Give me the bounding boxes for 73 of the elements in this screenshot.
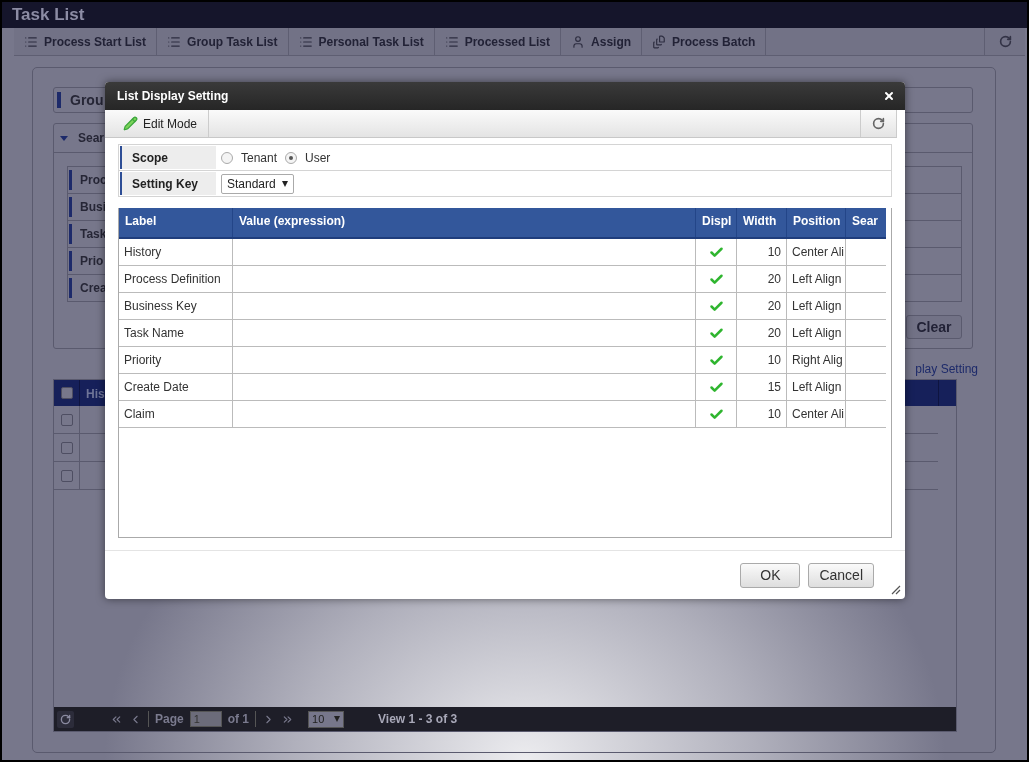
radio-button[interactable]: [285, 151, 298, 164]
table-cell: 10: [736, 239, 786, 265]
toolbar-tab[interactable]: Process Start List: [14, 28, 158, 55]
table-cell-text: Priority: [123, 352, 163, 369]
column-header: Displ: [695, 208, 736, 237]
table-cell: 20: [736, 266, 786, 292]
list-icon: [24, 34, 38, 49]
clear-button[interactable]: Clear: [906, 315, 962, 339]
table-cell: 20: [736, 293, 786, 319]
table-cell-text: History: [123, 244, 163, 261]
column-header: Position: [786, 208, 845, 237]
dialog-button[interactable]: Cancel: [808, 562, 874, 588]
table-cell-text: Claim: [123, 406, 156, 423]
radio-button[interactable]: [221, 151, 233, 164]
list-icon: [444, 34, 459, 49]
table-cell: Center Ali: [786, 239, 845, 265]
setting-key-select[interactable]: Standard: [221, 173, 294, 194]
table-cell: Left Align: [786, 320, 845, 346]
close-icon[interactable]: [883, 90, 895, 102]
page-count: of 1: [227, 712, 250, 726]
checkbox[interactable]: [60, 441, 73, 454]
toolbar-tab[interactable]: Assign: [561, 28, 643, 55]
field-label: Scope: [120, 146, 216, 169]
table-cell: 20: [736, 320, 786, 346]
list-icon: [167, 34, 182, 49]
table-cell: Left Align: [786, 293, 845, 319]
app-title: Task List: [12, 5, 85, 25]
refresh-icon: [872, 117, 885, 130]
display-setting-link[interactable]: play Setting: [915, 362, 978, 376]
panel-title: Sear: [78, 131, 105, 145]
dialog-button[interactable]: OK: [740, 562, 801, 588]
field-label: Setting Key: [120, 172, 216, 195]
table-cell-text: Task Name: [123, 325, 186, 342]
table-cell: Center Ali: [786, 401, 845, 427]
table-cell-text: Process Definition: [123, 271, 222, 288]
table-cell-text: Create Date: [123, 379, 190, 396]
collapse-icon[interactable]: [60, 135, 68, 141]
section-title: Grou: [70, 92, 104, 108]
radio-label: Tenant: [241, 150, 278, 165]
table-cell: 10: [736, 401, 786, 427]
edit-mode-button[interactable]: Edit Mode: [105, 110, 210, 137]
table-cell-text: Business Key: [123, 298, 198, 315]
table-cell: 15: [736, 374, 786, 400]
toolbar-tab[interactable]: Group Task List: [157, 28, 289, 55]
resize-grip-icon[interactable]: [891, 585, 901, 595]
refresh-button[interactable]: [57, 710, 74, 728]
checkbox[interactable]: [60, 413, 73, 426]
table-cell: Left Align: [786, 266, 845, 292]
record-count: View 1 - 3 of 3: [378, 712, 458, 726]
table-cell: Right Alig: [786, 347, 845, 373]
radio-label: User: [305, 150, 331, 165]
checkbox[interactable]: [60, 387, 73, 399]
column-header: His: [85, 386, 106, 403]
documents-icon: [652, 34, 667, 49]
refresh-icon: [998, 35, 1012, 48]
column-header: Width: [736, 208, 786, 237]
table-cell: Left Align: [786, 374, 845, 400]
checkbox[interactable]: [60, 469, 73, 482]
column-header: Label: [124, 213, 158, 230]
toolbar-tab[interactable]: Processed List: [434, 28, 562, 55]
page-size-select[interactable]: 10: [308, 710, 345, 728]
dialog-title: List Display Setting: [117, 89, 229, 103]
pencil-icon: [123, 116, 138, 131]
person-icon: [571, 34, 586, 49]
page-label: Page: [155, 712, 184, 726]
table-cell: 10: [736, 347, 786, 373]
column-header: Value (expression): [232, 208, 695, 237]
list-icon: [298, 34, 313, 49]
toolbar-tab[interactable]: Process Batch: [642, 28, 767, 55]
refresh-icon: [60, 713, 71, 725]
column-header: Sear: [845, 208, 886, 237]
page-input[interactable]: 1: [189, 711, 222, 727]
toolbar-tab[interactable]: Personal Task List: [288, 28, 435, 55]
